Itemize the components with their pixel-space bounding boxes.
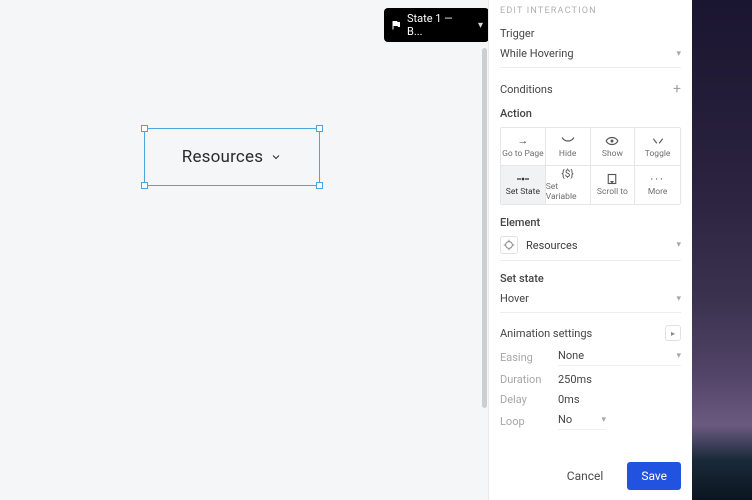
action-grid: → Go to Page Hide Show: [500, 127, 681, 205]
set-state-select[interactable]: Hover ▾: [500, 292, 681, 313]
loop-label: Loop: [500, 415, 558, 428]
element-label: Element: [500, 216, 681, 229]
resize-handle-br[interactable]: [316, 182, 323, 189]
arrow-right-icon: →: [517, 135, 528, 147]
desktop-background: [692, 0, 752, 500]
chevron-down-icon: ▾: [676, 49, 681, 59]
scroll-icon: [606, 173, 618, 185]
set-state-label: Set state: [500, 272, 681, 285]
expand-animation-button[interactable]: ▸: [665, 325, 681, 341]
set-state-icon: [515, 173, 531, 185]
flag-icon: [390, 19, 402, 31]
variable-icon: {$}: [561, 168, 573, 180]
action-scroll-to[interactable]: Scroll to: [591, 166, 636, 204]
toggle-icon: [651, 135, 665, 147]
state-selector-label: State 1 — B...: [407, 12, 471, 38]
action-toggle[interactable]: Toggle: [635, 128, 680, 166]
chevron-down-icon: ▾: [676, 240, 681, 250]
chevron-down-icon: ▾: [676, 351, 681, 361]
add-condition-button[interactable]: +: [673, 82, 681, 96]
cancel-button[interactable]: Cancel: [553, 462, 618, 490]
trigger-label: Trigger: [500, 27, 681, 40]
resize-handle-bl[interactable]: [141, 182, 148, 189]
interaction-panel: EDIT INTERACTION Trigger While Hovering …: [489, 0, 692, 500]
loop-select[interactable]: No ▾: [558, 413, 606, 430]
chevron-down-icon: ▾: [601, 415, 606, 425]
save-button[interactable]: Save: [627, 462, 681, 490]
easing-label: Easing: [500, 351, 558, 364]
panel-title: EDIT INTERACTION: [500, 6, 681, 16]
action-set-state[interactable]: Set State: [501, 166, 546, 204]
animation-label: Animation settings: [500, 327, 592, 340]
action-go-to-page[interactable]: → Go to Page: [501, 128, 546, 166]
action-show[interactable]: Show: [591, 128, 636, 166]
chevron-down-icon: ▾: [676, 294, 681, 304]
trigger-select[interactable]: While Hovering ▾: [500, 47, 681, 68]
resize-handle-tr[interactable]: [316, 125, 323, 132]
chevron-down-icon: [270, 151, 282, 163]
selected-widget[interactable]: Resources: [144, 128, 320, 186]
action-more[interactable]: ··· More: [635, 166, 680, 204]
panel-scrollbar[interactable]: [482, 48, 487, 408]
duration-label: Duration: [500, 373, 558, 386]
resize-handle-tl[interactable]: [141, 125, 148, 132]
easing-select[interactable]: None ▾: [558, 349, 681, 366]
duration-input[interactable]: 250ms: [558, 373, 681, 386]
action-hide[interactable]: Hide: [546, 128, 591, 166]
eye-icon: [605, 135, 619, 147]
action-set-variable[interactable]: {$} Set Variable: [546, 166, 591, 204]
state-selector[interactable]: State 1 — B... ▾: [384, 8, 489, 42]
conditions-label: Conditions: [500, 83, 553, 96]
element-select[interactable]: Resources ▾: [500, 236, 681, 261]
widget-label: Resources: [182, 147, 282, 167]
more-icon: ···: [650, 173, 665, 185]
eye-closed-icon: [561, 135, 575, 147]
delay-input[interactable]: 0ms: [558, 393, 681, 406]
canvas-area[interactable]: State 1 — B... ▾ Resources: [0, 0, 489, 500]
action-label: Action: [500, 107, 681, 120]
panel-footer: Cancel Save: [553, 462, 681, 490]
chevron-down-icon: ▾: [478, 20, 483, 31]
crosshair-icon[interactable]: [500, 236, 518, 254]
delay-label: Delay: [500, 393, 558, 406]
